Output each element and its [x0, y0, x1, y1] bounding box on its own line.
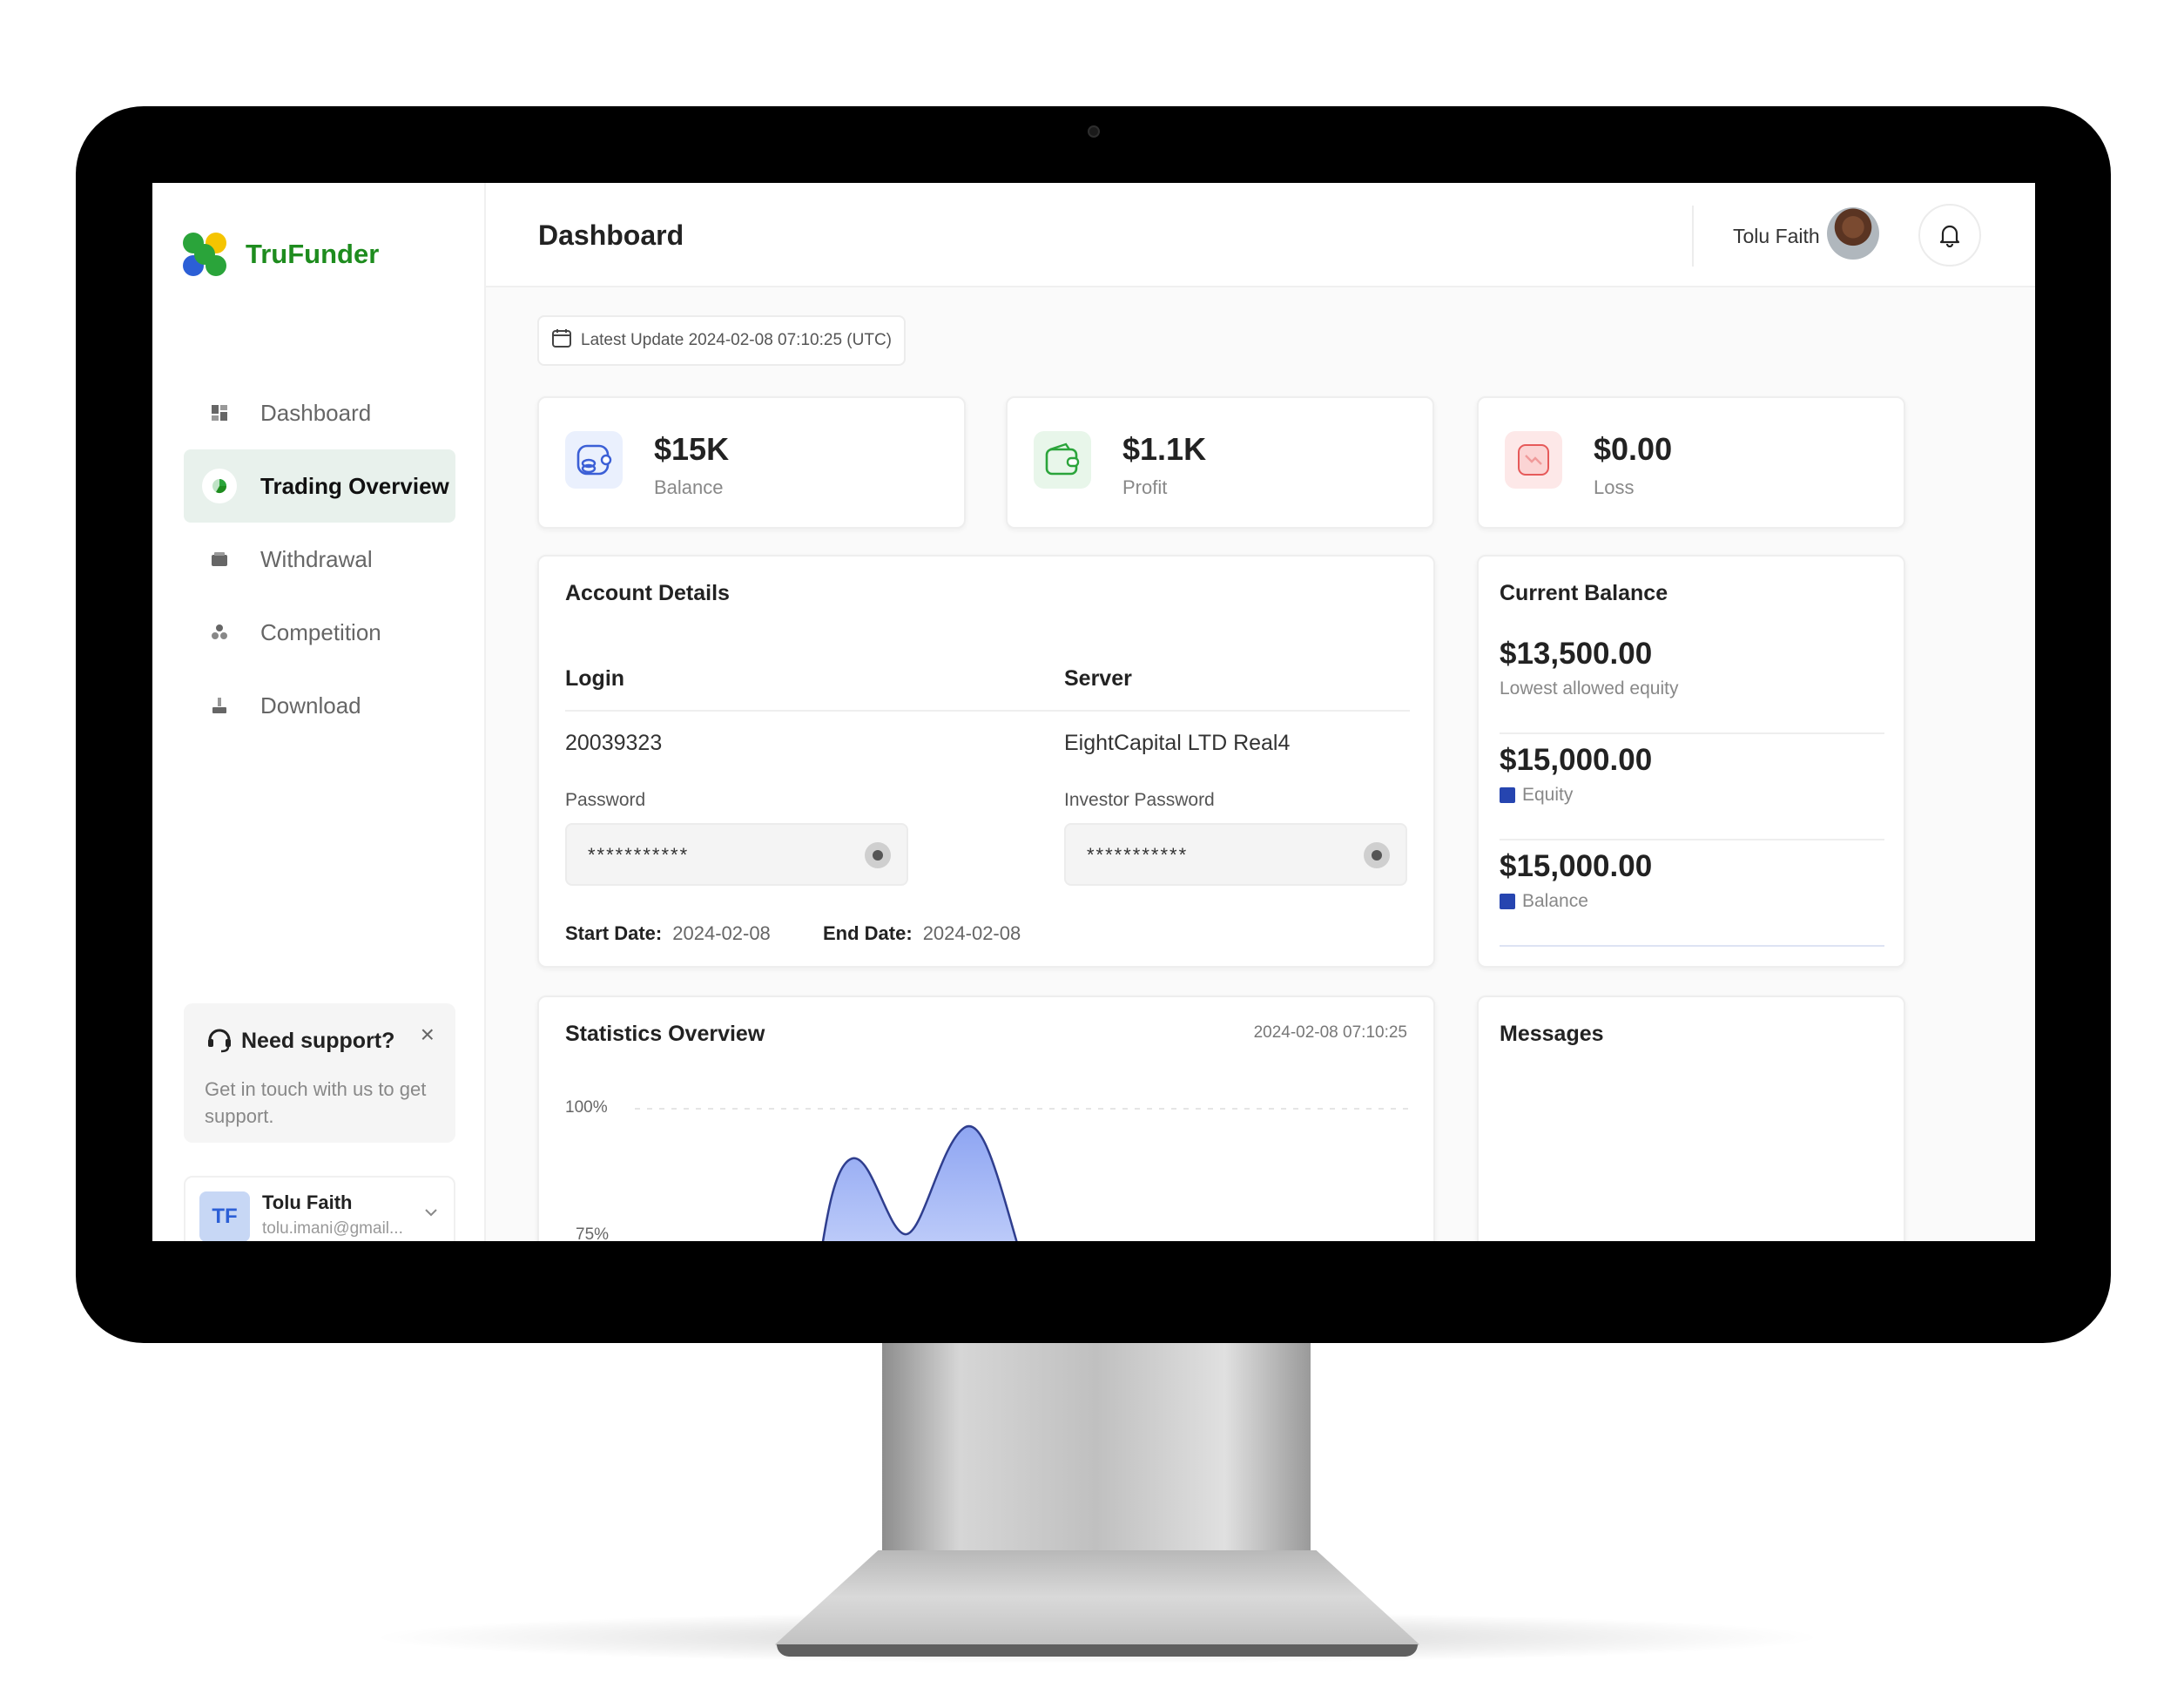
- user-name: Tolu Faith: [262, 1191, 353, 1213]
- end-date: End Date: 2024-02-08: [823, 922, 1021, 945]
- stat-card-balance: $15K Balance: [537, 396, 966, 529]
- dashboard-icon: [210, 403, 229, 422]
- investor-password-label: Investor Password: [1064, 790, 1215, 810]
- stat-value: $0.00: [1594, 431, 1673, 467]
- statistics-chart: [635, 1108, 1410, 1241]
- password-label: Password: [565, 790, 646, 810]
- start-date: Start Date: 2024-02-08: [565, 922, 771, 945]
- coins-icon: [565, 431, 623, 489]
- current-balance-card: Current Balance $13,500.00 Lowest allowe…: [1477, 555, 1905, 968]
- wallet-icon: [1034, 431, 1091, 489]
- support-card: Need support? × Get in touch with us to …: [184, 1003, 455, 1143]
- account-details-card: Account Details Login Server 20039323 Ei…: [537, 555, 1435, 968]
- end-date-value: 2024-02-08: [922, 922, 1021, 944]
- password-field[interactable]: ***********: [565, 823, 908, 886]
- balance-row: $15,000.00 Equity: [1500, 743, 1884, 840]
- sidebar-item-dashboard[interactable]: Dashboard: [184, 376, 455, 449]
- balance-amount: $15,000.00: [1500, 743, 1653, 777]
- investor-password-mask: ***********: [1087, 844, 1189, 866]
- balance-row: $15,000.00 Balance: [1500, 849, 1884, 947]
- login-value: 20039323: [565, 731, 663, 755]
- sidebar-nav: Dashboard Trading Overview Withdrawal Co…: [184, 376, 455, 742]
- legend-swatch: [1500, 787, 1515, 803]
- balance-amount: $13,500.00: [1500, 637, 1653, 671]
- user-email: tolu.imani@gmail...: [262, 1219, 403, 1238]
- balance-label: Balance: [1500, 891, 1884, 912]
- stat-label: Balance: [654, 476, 724, 498]
- series-area: [821, 1124, 1018, 1241]
- balance-label: Lowest allowed equity: [1500, 678, 1679, 699]
- trophy-icon: [210, 623, 229, 642]
- sidebar: TruFunder Dashboard Trading Overview Wit…: [152, 183, 486, 1241]
- server-header: Server: [1064, 666, 1132, 691]
- monitor-base-lip: [777, 1644, 1418, 1657]
- sidebar-item-label: Withdrawal: [260, 545, 373, 572]
- section-title: Account Details: [565, 581, 730, 605]
- stat-value: $1.1K: [1122, 431, 1207, 467]
- logo[interactable]: TruFunder: [181, 231, 379, 278]
- server-value: EightCapital LTD Real4: [1064, 731, 1291, 755]
- start-date-value: 2024-02-08: [672, 922, 771, 944]
- trend-down-icon: [1505, 431, 1562, 489]
- chevron-down-icon[interactable]: [424, 1202, 438, 1222]
- calendar-icon: [551, 327, 572, 354]
- sidebar-item-label: Dashboard: [260, 399, 372, 426]
- sidebar-item-label: Download: [260, 692, 361, 719]
- legend-swatch: [1500, 894, 1515, 909]
- monitor-base: [775, 1550, 1419, 1655]
- eye-icon[interactable]: [1364, 842, 1390, 868]
- sidebar-item-download[interactable]: Download: [184, 669, 455, 742]
- close-icon[interactable]: ×: [421, 1021, 435, 1049]
- wallet-icon: [210, 550, 229, 569]
- sidebar-item-withdrawal[interactable]: Withdrawal: [184, 523, 455, 596]
- statistics-overview-card: Statistics Overview 2024-02-08 07:10:25 …: [537, 996, 1435, 1241]
- header-user-name[interactable]: Tolu Faith: [1733, 225, 1820, 248]
- monitor-camera: [1088, 125, 1100, 138]
- sidebar-item-trading-overview[interactable]: Trading Overview: [184, 449, 455, 523]
- header: Dashboard Tolu Faith: [486, 183, 2035, 287]
- support-text: Get in touch with us to get support.: [205, 1078, 427, 1127]
- sidebar-item-label: Competition: [260, 618, 381, 645]
- sidebar-item-label: Trading Overview: [260, 472, 449, 499]
- stat-value: $15K: [654, 431, 730, 467]
- eye-icon[interactable]: [865, 842, 891, 868]
- sidebar-item-competition[interactable]: Competition: [184, 596, 455, 669]
- messages-card: Messages: [1477, 996, 1905, 1241]
- section-title: Current Balance: [1500, 581, 1668, 605]
- balance-label: Equity: [1500, 785, 1884, 806]
- balance-amount: $15,000.00: [1500, 849, 1653, 883]
- screen: TruFunder Dashboard Trading Overview Wit…: [152, 183, 2035, 1241]
- avatar[interactable]: [1827, 207, 1879, 260]
- support-title: Need support?: [241, 1029, 395, 1053]
- investor-password-field[interactable]: ***********: [1064, 823, 1407, 886]
- end-date-label: End Date:: [823, 922, 913, 944]
- latest-update-chip: Latest Update 2024-02-08 07:10:25 (UTC): [537, 315, 906, 366]
- headset-icon: [205, 1024, 234, 1058]
- start-date-label: Start Date:: [565, 922, 663, 944]
- login-header: Login: [565, 666, 625, 691]
- notification-bell-icon[interactable]: [1918, 204, 1981, 267]
- logo-mark-icon: [181, 231, 228, 278]
- stat-label: Profit: [1122, 476, 1168, 498]
- download-icon: [210, 696, 229, 715]
- password-mask: ***********: [588, 844, 690, 866]
- stat-card-loss: $0.00 Loss: [1477, 396, 1905, 529]
- divider: [565, 710, 1410, 712]
- section-title: Messages: [1500, 1022, 1604, 1046]
- stat-card-profit: $1.1K Profit: [1006, 396, 1434, 529]
- page-title: Dashboard: [538, 219, 684, 251]
- balance-row: $13,500.00 Lowest allowed equity: [1500, 637, 1884, 734]
- avatar: TF: [199, 1191, 250, 1241]
- pie-chart-icon: [202, 469, 237, 503]
- stat-label: Loss: [1594, 476, 1635, 498]
- header-divider: [1692, 206, 1694, 267]
- logo-text: TruFunder: [246, 239, 380, 269]
- user-card[interactable]: TF Tolu Faith tolu.imani@gmail...: [184, 1176, 455, 1241]
- latest-update-text: Latest Update 2024-02-08 07:10:25 (UTC): [581, 331, 892, 349]
